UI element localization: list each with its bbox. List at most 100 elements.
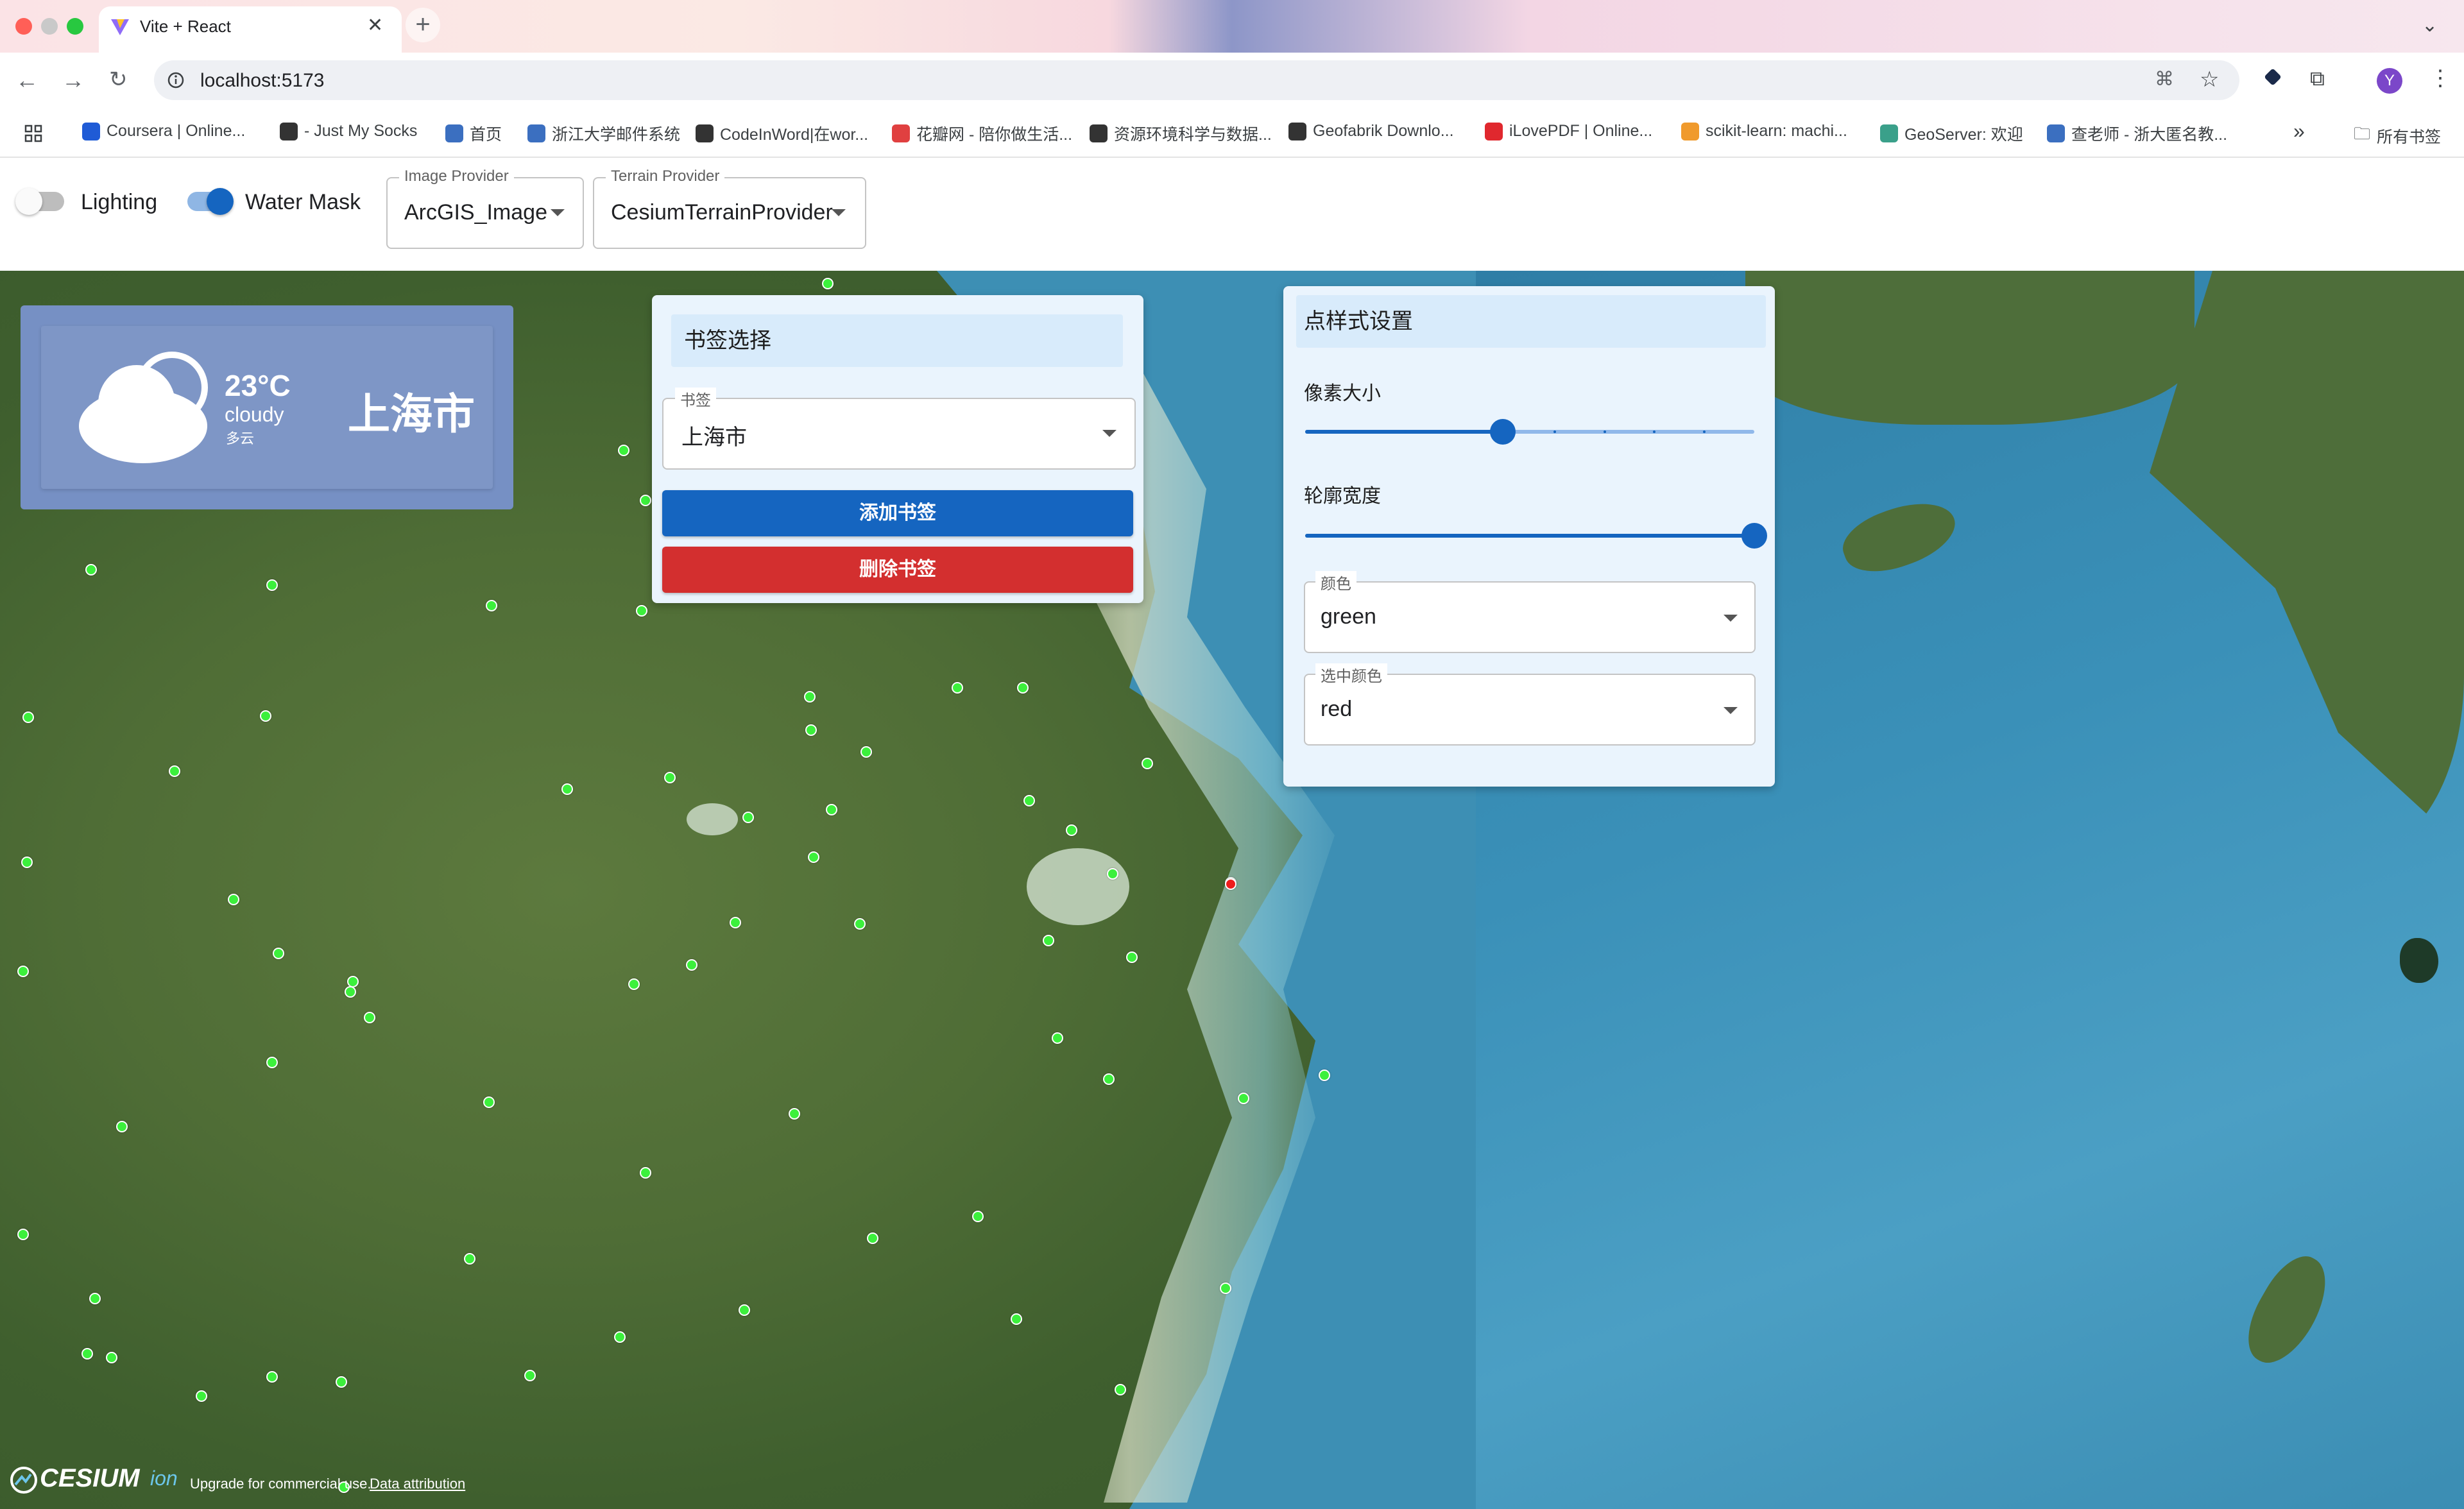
poi-point[interactable] (85, 564, 97, 575)
poi-point[interactable] (789, 1108, 800, 1120)
poi-point[interactable] (345, 986, 356, 998)
reload-icon[interactable]: ↻ (109, 67, 128, 92)
poi-point[interactable] (804, 691, 816, 703)
extensions-puzzle-icon[interactable]: ⧉ (2310, 67, 2325, 91)
poi-point[interactable] (1011, 1313, 1022, 1325)
poi-point[interactable] (266, 1057, 278, 1068)
poi-point[interactable] (22, 712, 34, 723)
selected-poi-point[interactable] (1225, 878, 1236, 890)
bookmark-item[interactable]: 查老师 - 浙大匿名教... (2047, 122, 2227, 145)
poi-point[interactable] (524, 1370, 536, 1381)
cesium-logo-icon[interactable] (9, 1465, 38, 1495)
translate-icon[interactable]: ⌘ (2155, 68, 2174, 90)
data-attribution-link[interactable]: Data attribution (370, 1476, 465, 1492)
poi-point[interactable] (867, 1232, 878, 1244)
cesium-brand[interactable]: CESIUM (40, 1464, 140, 1493)
profile-avatar[interactable]: Y (2377, 68, 2402, 94)
lighting-switch-thumb[interactable] (15, 188, 42, 215)
poi-point[interactable] (89, 1293, 101, 1304)
bookmark-item[interactable]: GeoServer: 欢迎 (1880, 122, 2023, 145)
poi-point[interactable] (464, 1253, 475, 1265)
poi-point[interactable] (1066, 824, 1077, 836)
poi-point[interactable] (273, 948, 284, 959)
close-window-button[interactable] (15, 18, 32, 35)
tab-search-chevron-icon[interactable]: ⌄ (2422, 14, 2438, 37)
poi-point[interactable] (196, 1390, 207, 1402)
add-bookmark-button[interactable]: 添加书签 (662, 490, 1133, 536)
poi-point[interactable] (1043, 935, 1054, 946)
bookmark-item[interactable]: 花瓣网 - 陪你做生活... (892, 122, 1072, 145)
poi-point[interactable] (822, 278, 834, 289)
poi-point[interactable] (561, 783, 573, 795)
poi-point[interactable] (952, 682, 963, 694)
poi-point[interactable] (1023, 795, 1035, 806)
poi-point[interactable] (1319, 1070, 1330, 1081)
poi-point[interactable] (1107, 868, 1118, 880)
poi-point[interactable] (826, 804, 837, 815)
poi-point[interactable] (1126, 951, 1138, 963)
apps-grid-icon[interactable] (24, 124, 42, 142)
bookmark-item[interactable]: Geofabrik Downlo... (1288, 122, 1454, 141)
cesium-ion-brand[interactable]: ion (150, 1467, 178, 1490)
bookmark-item[interactable]: 资源环境科学与数据... (1090, 122, 1272, 145)
maximize-window-button[interactable] (67, 18, 83, 35)
poi-point[interactable] (860, 746, 872, 758)
bookmark-item[interactable]: CodeInWord|在wor... (696, 122, 868, 145)
poi-point[interactable] (483, 1096, 495, 1108)
bookmark-star-icon[interactable]: ☆ (2200, 67, 2219, 92)
poi-point[interactable] (640, 1167, 651, 1179)
poi-point[interactable] (805, 724, 817, 736)
poi-point[interactable] (336, 1376, 347, 1388)
poi-point[interactable] (1052, 1032, 1063, 1044)
poi-point[interactable] (106, 1352, 117, 1363)
more-bookmarks-icon[interactable]: » (2293, 119, 2305, 143)
delete-bookmark-button[interactable]: 删除书签 (662, 547, 1133, 593)
back-arrow-icon[interactable]: ← (15, 67, 38, 94)
bookmark-item[interactable]: Coursera | Online... (82, 122, 245, 141)
poi-point[interactable] (808, 851, 819, 863)
poi-point[interactable] (1142, 758, 1153, 769)
poi-point[interactable] (17, 1229, 29, 1240)
water-mask-switch-thumb[interactable] (207, 188, 234, 215)
all-bookmarks-folder[interactable]: 🗀 所有书签 (2354, 122, 2441, 150)
bookmark-item[interactable]: iLovePDF | Online... (1485, 122, 1652, 141)
poi-point[interactable] (739, 1304, 750, 1316)
poi-point[interactable] (1017, 682, 1029, 694)
poi-point[interactable] (664, 772, 676, 783)
url-text[interactable]: localhost:5173 (200, 70, 324, 92)
address-bar[interactable] (154, 60, 2239, 100)
bookmark-item[interactable]: 浙江大学邮件系统 (527, 122, 680, 145)
pixel-size-slider[interactable] (1305, 419, 1754, 445)
slider-thumb[interactable] (1490, 419, 1516, 445)
poi-point[interactable] (486, 600, 497, 611)
browser-menu-icon[interactable]: ⋮ (2429, 65, 2451, 91)
poi-point[interactable] (17, 966, 29, 977)
poi-point[interactable] (364, 1012, 375, 1023)
slider-thumb[interactable] (1741, 523, 1767, 549)
poi-point[interactable] (169, 765, 180, 777)
poi-point[interactable] (636, 605, 647, 617)
poi-point[interactable] (742, 812, 754, 823)
poi-point[interactable] (1115, 1384, 1126, 1395)
poi-point[interactable] (1103, 1073, 1115, 1085)
poi-point[interactable] (266, 1371, 278, 1383)
poi-point[interactable] (640, 495, 651, 506)
poi-point[interactable] (116, 1121, 128, 1132)
poi-point[interactable] (618, 445, 629, 456)
bookmark-item[interactable]: scikit-learn: machi... (1681, 122, 1847, 141)
poi-point[interactable] (1238, 1093, 1249, 1104)
outline-width-slider[interactable] (1305, 523, 1767, 549)
poi-point[interactable] (628, 978, 640, 990)
poi-point[interactable] (266, 579, 278, 591)
site-info-icon[interactable] (167, 71, 185, 89)
bookmark-item[interactable]: 首页 (445, 122, 502, 145)
minimize-window-button[interactable] (41, 18, 58, 35)
poi-point[interactable] (228, 894, 239, 905)
poi-point[interactable] (972, 1211, 984, 1222)
poi-point[interactable] (21, 857, 33, 868)
tab-close-icon[interactable]: ✕ (367, 14, 383, 37)
poi-point[interactable] (1220, 1283, 1231, 1294)
poi-point[interactable] (260, 710, 271, 722)
poi-point[interactable] (730, 917, 741, 928)
poi-point[interactable] (614, 1331, 626, 1343)
